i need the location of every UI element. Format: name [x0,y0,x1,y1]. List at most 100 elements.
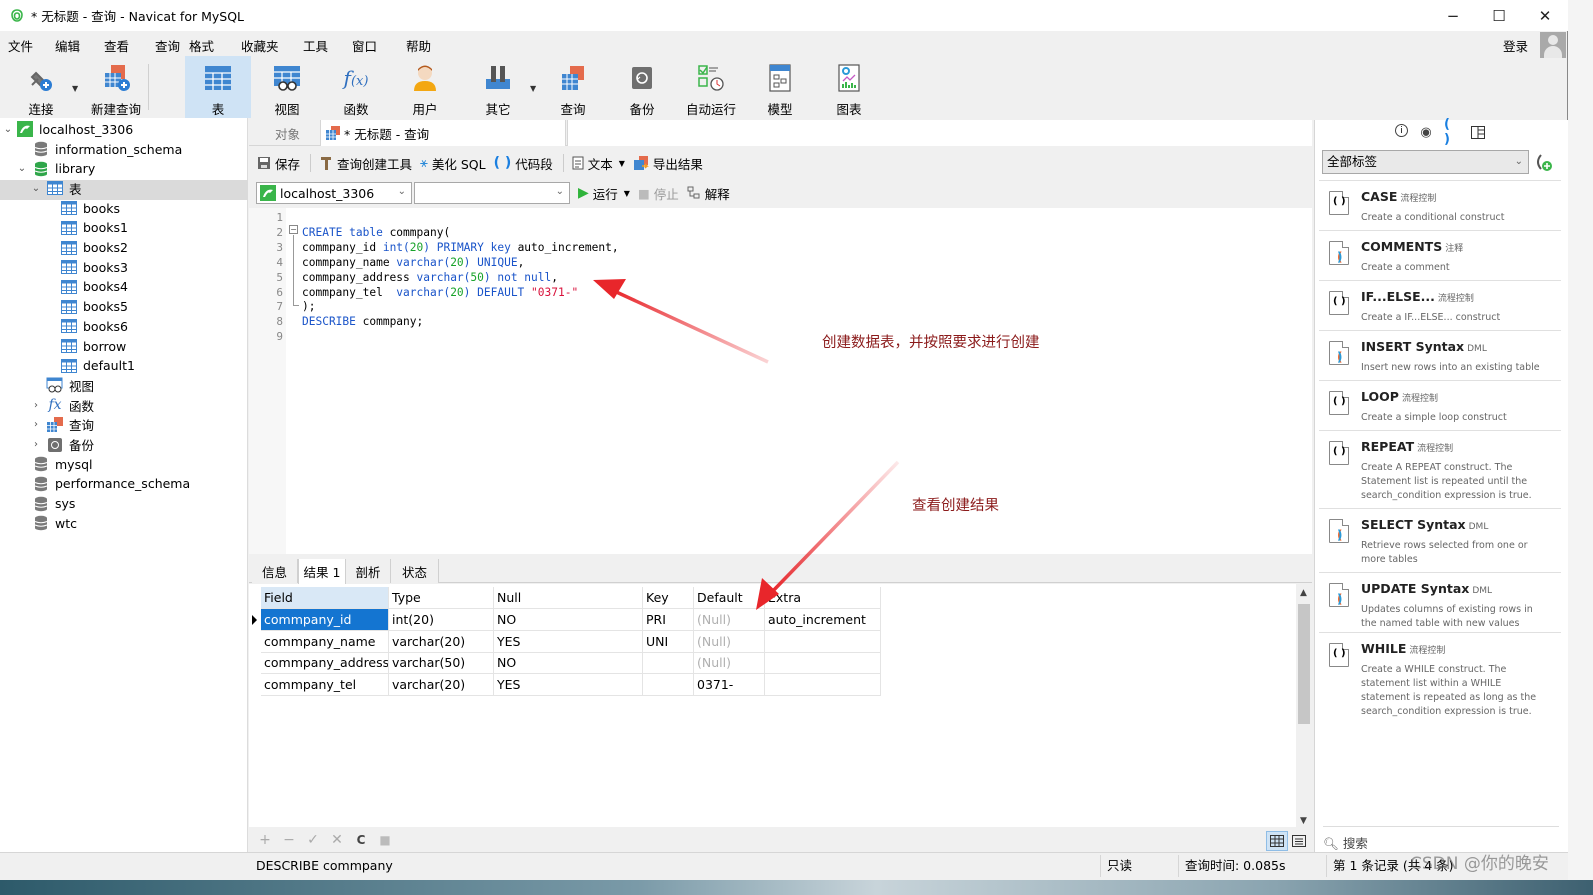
code-line[interactable]: DESCRIBE commpany; [302,314,423,329]
discard-changes-icon[interactable]: ✕ [329,832,345,848]
add-record-icon[interactable]: + [257,832,273,848]
scroll-up-icon[interactable]: ▲ [1296,588,1311,598]
grid-cell[interactable]: YES [494,630,643,653]
grid-view-button[interactable] [1266,831,1288,851]
model-button[interactable]: 模型 [747,56,813,118]
tab-result-1[interactable]: 结果 1 [298,559,346,584]
snippet-item[interactable]: ( ) COMMENTS 注释 Create a comment [1319,230,1561,280]
minimize-button[interactable]: − [1430,0,1476,31]
grid-cell[interactable]: int(20) [389,609,494,631]
snippet-item[interactable]: ( ) UPDATE Syntax DML Updates columns of ex… [1319,572,1561,632]
other-dropdown-icon[interactable]: ▼ [530,84,536,93]
column-header-key[interactable]: Key [643,587,694,609]
tree-item-mysql[interactable]: mysql [16,454,93,474]
menu-help[interactable]: 帮助 [406,36,431,55]
tree-item-books2[interactable]: books2 [44,238,128,258]
form-view-button[interactable] [1288,831,1310,851]
grid-cell[interactable]: NO [494,609,643,631]
stop-icon[interactable]: ■ [377,833,393,847]
tree-item-books6[interactable]: books6 [44,316,128,336]
column-header-default[interactable]: Default [694,587,765,609]
grid-cell[interactable]: varchar(20) [389,673,494,696]
chevron-down-icon[interactable]: ⌄ [16,163,28,174]
tab-info[interactable]: 信息 [252,559,298,583]
grid-cell[interactable]: auto_increment [765,609,881,631]
grid-cell[interactable] [643,652,694,675]
grid-cell[interactable]: commpany_tel [261,673,389,696]
tree-item-information_schema[interactable]: information_schema [16,139,182,159]
column-header-field[interactable]: Field [261,587,389,609]
code-line[interactable]: commpany_name varchar(20) UNIQUE, [302,255,524,270]
run-dropdown-icon[interactable]: ▼ [624,189,630,198]
grid-cell[interactable]: 0371- [694,673,765,696]
chevron-right-icon[interactable]: › [30,400,42,411]
column-header-null[interactable]: Null [494,587,643,609]
tree-item-backup-group[interactable]: › 备份 [30,435,94,455]
scroll-down-icon[interactable]: ▼ [1296,816,1311,826]
tree-item-books5[interactable]: books5 [44,297,128,317]
avatar[interactable] [1540,32,1566,58]
apply-changes-icon[interactable]: ✓ [305,832,321,848]
code-line[interactable]: commpany_id int(20) PRIMARY key auto_inc… [302,240,619,255]
tab-profile[interactable]: 剖析 [346,559,391,583]
grid-cell[interactable]: (Null) [694,630,765,653]
auto-run-button[interactable]: 自动运行 [678,56,744,118]
backup-button[interactable]: 备份 [609,56,675,118]
menu-edit[interactable]: 编辑 [55,36,80,55]
code-line[interactable]: ); [302,299,315,314]
tree-item-table-group[interactable]: ⌄ 表 [30,178,82,198]
grid-cell[interactable] [765,630,881,653]
tree-item-query-group[interactable]: › 查询 [30,415,94,435]
tree-item-library[interactable]: ⌄ library [16,159,95,179]
tree-item-sys[interactable]: sys [16,494,75,514]
fold-toggle-icon[interactable]: − [289,225,298,234]
add-snippet-icon[interactable] [1533,152,1553,175]
snippet-item[interactable]: ( ) IF...ELSE... 流程控制 Create a IF...ELSE...… [1319,280,1561,330]
tree-item-wtc[interactable]: wtc [16,513,77,533]
scroll-thumb[interactable] [1298,604,1310,724]
new-query-button[interactable]: 新建查询 [82,56,150,118]
text-dropdown-icon[interactable]: ▼ [619,159,625,168]
sql-editor[interactable]: 1 2 CREATE table commpany(3 commpany_id int… [249,208,1312,554]
tree-item-books3[interactable]: books3 [44,257,128,277]
snippet-tag-filter[interactable]: 全部标签 ⌄ [1322,150,1529,174]
other-button[interactable]: 其它 [465,56,531,118]
close-button[interactable]: ✕ [1522,0,1568,31]
menu-tools[interactable]: 工具 [303,36,328,55]
connect-dropdown-icon[interactable]: ▼ [72,84,78,93]
chart-button[interactable]: 图表 [816,56,882,118]
grid-cell[interactable]: YES [494,673,643,696]
export-results-button[interactable]: 导出结果 [633,154,703,173]
database-select[interactable]: ⌄ [414,182,570,204]
connect-button[interactable]: 连接 [8,56,74,118]
tab-query[interactable]: * 无标题 - 查询 [321,120,566,146]
menu-view[interactable]: 查看 [104,36,129,55]
login-link[interactable]: 登录 [1503,36,1528,55]
save-button[interactable]: 保存 [257,154,300,173]
connection-select[interactable]: localhost_3306 ⌄ [256,182,412,204]
tree-item-books[interactable]: books [44,198,120,218]
template-icon[interactable] [1470,124,1486,140]
tree-item-view-group[interactable]: 视图 [30,375,94,395]
chevron-down-icon[interactable]: ⌄ [2,124,14,135]
grid-cell[interactable] [765,673,881,696]
column-header-extra[interactable]: Extra [765,587,881,609]
refresh-icon[interactable]: C [353,833,369,847]
grid-cell[interactable]: commpany_address [261,652,389,675]
snippet-item[interactable]: ( ) REPEAT 流程控制 Create A REPEAT construct. … [1319,430,1561,508]
snippet-item[interactable]: ( ) INSERT Syntax DML Insert new rows into … [1319,330,1561,380]
eye-icon[interactable]: ◉ [1418,124,1434,140]
tree-item-performance_schema[interactable]: performance_schema [16,474,190,494]
tree-item-default1[interactable]: default1 [44,356,135,376]
user-button[interactable]: 用户 [392,56,458,118]
run-button[interactable]: ▶ 运行 ▼ [578,184,630,203]
function-button[interactable]: f(x) 函数 [323,56,389,118]
grid-cell[interactable] [765,652,881,675]
grid-cell[interactable]: (Null) [694,609,765,631]
column-header-type[interactable]: Type [389,587,494,609]
tab-objects[interactable]: 对象 [255,120,321,146]
table-button[interactable]: 表 [185,56,251,118]
snippet-item[interactable]: ( ) SELECT Syntax DML Retrieve rows selecte… [1319,508,1561,572]
view-button[interactable]: 视图 [254,56,320,118]
code-line[interactable]: commpany_address varchar(50) not null, [302,270,558,285]
